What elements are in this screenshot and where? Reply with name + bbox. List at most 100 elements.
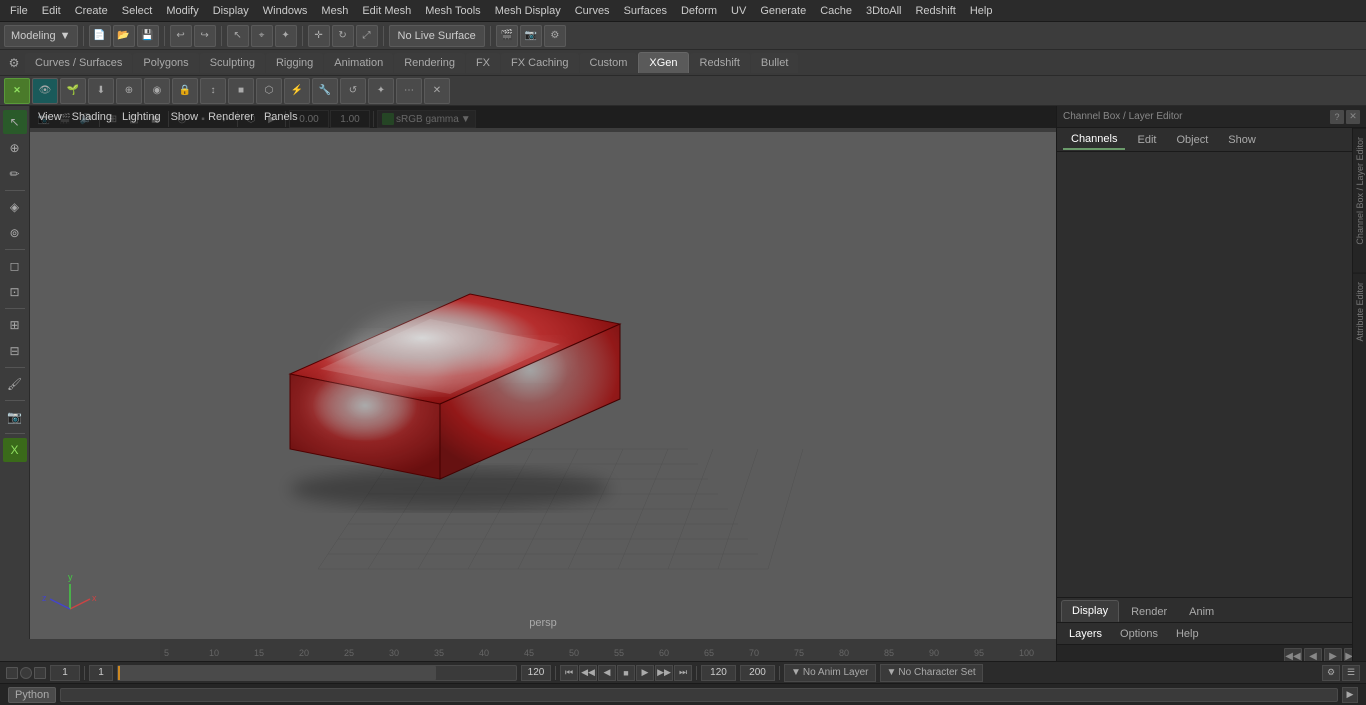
play-fwd-btn[interactable]: ▶ xyxy=(636,665,654,681)
menu-modify[interactable]: Modify xyxy=(160,3,204,19)
render-settings-btn[interactable]: ⚙ xyxy=(544,25,566,47)
scale-tool-btn[interactable]: ⤢ xyxy=(356,25,378,47)
xgen-wrench-btn[interactable]: 🔧 xyxy=(312,78,338,104)
live-surface-btn[interactable]: No Live Surface xyxy=(389,25,485,47)
menu-mesh-display[interactable]: Mesh Display xyxy=(489,3,567,19)
channels-tab-object[interactable]: Object xyxy=(1168,131,1216,149)
frame-rate-input[interactable] xyxy=(701,665,736,681)
menu-help[interactable]: Help xyxy=(964,3,999,19)
xgen-nav-btn[interactable]: X xyxy=(3,438,27,462)
undo-btn[interactable]: ↩ xyxy=(170,25,192,47)
vp-menu-panels[interactable]: Panels xyxy=(260,109,302,125)
move-tool-btn[interactable]: ✛ xyxy=(308,25,330,47)
range-start-input[interactable] xyxy=(89,665,113,681)
xgen-arrow-btn[interactable]: ↕ xyxy=(200,78,226,104)
vp-menu-lighting[interactable]: Lighting xyxy=(118,109,165,125)
workspace-selector[interactable]: Modeling ▼ xyxy=(4,25,78,47)
open-scene-btn[interactable]: 📂 xyxy=(113,25,135,47)
xgen-lock-btn[interactable]: 🔒 xyxy=(172,78,198,104)
channels-tab-show[interactable]: Show xyxy=(1220,131,1264,149)
step-back-btn[interactable]: ◀◀ xyxy=(579,665,597,681)
tab-rigging[interactable]: Rigging xyxy=(266,53,323,73)
xgen-dots-btn[interactable]: ⋯ xyxy=(396,78,422,104)
menu-uv[interactable]: UV xyxy=(725,3,752,19)
vp-menu-renderer[interactable]: Renderer xyxy=(204,109,258,125)
play-begin-btn[interactable]: ⏮ xyxy=(560,665,578,681)
no-anim-layer-btn[interactable]: ▼ No Anim Layer xyxy=(784,664,876,682)
menu-edit[interactable]: Edit xyxy=(36,3,67,19)
tab-fx[interactable]: FX xyxy=(466,53,500,73)
save-scene-btn[interactable]: 💾 xyxy=(137,25,159,47)
vp-menu-view[interactable]: View xyxy=(34,109,66,125)
bevel-btn[interactable]: ⊞ xyxy=(3,313,27,337)
xgen-lightning-btn[interactable]: ⚡ xyxy=(284,78,310,104)
menu-deform[interactable]: Deform xyxy=(675,3,723,19)
xgen-eye-btn[interactable]: ◉ xyxy=(144,78,170,104)
menu-mesh-tools[interactable]: Mesh Tools xyxy=(419,3,486,19)
python-input[interactable] xyxy=(60,688,1338,702)
menu-surfaces[interactable]: Surfaces xyxy=(618,3,673,19)
display-tab-render[interactable]: Render xyxy=(1121,602,1177,622)
menu-file[interactable]: File xyxy=(4,3,34,19)
frame-rate-end-input[interactable] xyxy=(740,665,775,681)
camera-btn[interactable]: 📷 xyxy=(3,405,27,429)
redo-btn[interactable]: ↪ xyxy=(194,25,216,47)
win-icon[interactable] xyxy=(6,667,18,679)
layers-tab-layers[interactable]: Layers xyxy=(1061,626,1110,642)
playback-range[interactable] xyxy=(117,665,517,681)
xgen-square-btn[interactable]: ■ xyxy=(228,78,254,104)
tab-settings-btn[interactable]: ⚙ xyxy=(4,53,24,73)
tab-animation[interactable]: Animation xyxy=(324,53,393,73)
menu-generate[interactable]: Generate xyxy=(754,3,812,19)
menu-create[interactable]: Create xyxy=(69,3,114,19)
xgen-hex-btn[interactable]: ⬡ xyxy=(256,78,282,104)
prefs-btn[interactable]: ⚙ xyxy=(1322,665,1340,681)
component-btn[interactable]: ⊡ xyxy=(3,280,27,304)
show-hide-btn[interactable]: ◻ xyxy=(3,254,27,278)
xgen-visibility-btn[interactable]: 👁 xyxy=(32,78,58,104)
stop-btn[interactable]: ■ xyxy=(617,665,635,681)
3d-scene[interactable]: x y z persp xyxy=(30,154,1056,639)
panel-help-btn[interactable]: ? xyxy=(1330,110,1344,124)
display-tab-display[interactable]: Display xyxy=(1061,600,1119,622)
tab-rendering[interactable]: Rendering xyxy=(394,53,465,73)
tab-polygons[interactable]: Polygons xyxy=(133,53,198,73)
menu-curves[interactable]: Curves xyxy=(569,3,616,19)
play-back-btn[interactable]: ◀ xyxy=(598,665,616,681)
channels-tab-edit[interactable]: Edit xyxy=(1129,131,1164,149)
layers-tab-help[interactable]: Help xyxy=(1168,626,1207,642)
menu-display[interactable]: Display xyxy=(207,3,255,19)
tab-sculpting[interactable]: Sculpting xyxy=(200,53,265,73)
tab-curves-surfaces[interactable]: Curves / Surfaces xyxy=(25,53,132,73)
xgen-import-btn[interactable]: ⬇ xyxy=(88,78,114,104)
xgen-add-btn[interactable]: ⊕ xyxy=(116,78,142,104)
lasso-tool-btn[interactable]: ⌖ xyxy=(251,25,273,47)
select-tool-btn[interactable]: ↖ xyxy=(227,25,249,47)
edge-tab-attribute-editor[interactable]: Attribute Editor xyxy=(1353,273,1366,350)
settings-btn[interactable]: ☰ xyxy=(1342,665,1360,681)
python-run-btn[interactable]: ▶ xyxy=(1342,687,1358,703)
render-btn[interactable]: 🎬 xyxy=(496,25,518,47)
tab-custom[interactable]: Custom xyxy=(580,53,638,73)
select-mode-btn[interactable]: ↖ xyxy=(3,110,27,134)
range-end-input[interactable] xyxy=(521,665,551,681)
play-end-btn[interactable]: ⏭ xyxy=(674,665,692,681)
panel-close-btn[interactable]: ✕ xyxy=(1346,110,1360,124)
channels-tab-channels[interactable]: Channels xyxy=(1063,130,1125,150)
xgen-icon-btn[interactable]: ✕ xyxy=(4,78,30,104)
sculpt-btn[interactable]: 🖌 xyxy=(3,372,27,396)
vp-menu-shading[interactable]: Shading xyxy=(68,109,116,125)
no-char-set-btn[interactable]: ▼ No Character Set xyxy=(880,664,983,682)
rotate-tool-btn[interactable]: ↻ xyxy=(332,25,354,47)
xgen-close-btn[interactable]: ✕ xyxy=(424,78,450,104)
display-tab-anim[interactable]: Anim xyxy=(1179,602,1224,622)
python-label[interactable]: Python xyxy=(8,687,56,703)
win-minimize[interactable] xyxy=(20,667,32,679)
menu-mesh[interactable]: Mesh xyxy=(315,3,354,19)
paint-btn[interactable]: ✏ xyxy=(3,162,27,186)
pivot-btn[interactable]: ⊚ xyxy=(3,221,27,245)
step-fwd-btn[interactable]: ▶▶ xyxy=(655,665,673,681)
menu-redshift[interactable]: Redshift xyxy=(909,3,961,19)
menu-3dtall[interactable]: 3DtoAll xyxy=(860,3,907,19)
tab-redshift[interactable]: Redshift xyxy=(690,53,750,73)
